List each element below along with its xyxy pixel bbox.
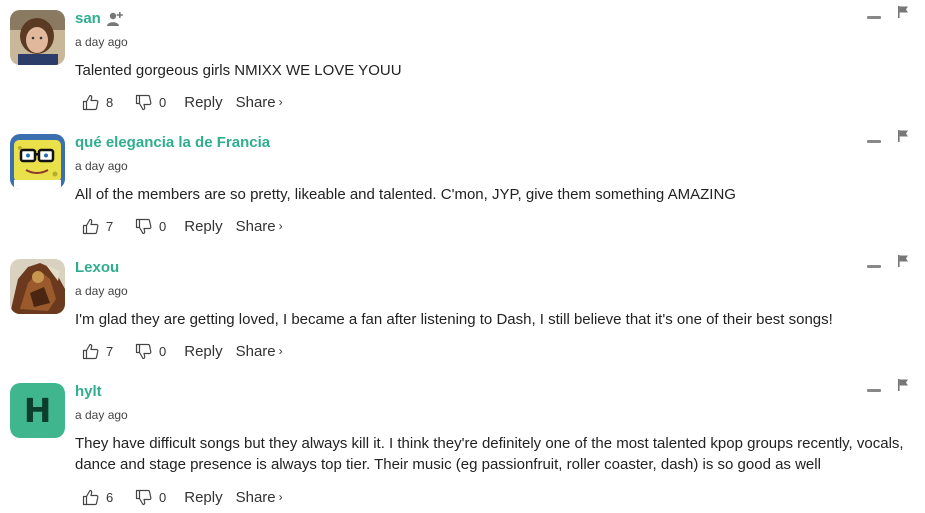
comment-text: All of the members are so pretty, likeab… [75, 186, 736, 203]
artwork-avatar-icon [10, 259, 65, 314]
thumbs-down-icon[interactable] [135, 218, 152, 235]
timestamp[interactable]: a day ago [75, 159, 128, 173]
comment: san a day ago Talented gorgeous girls NM… [0, 6, 925, 120]
comment: Lexou a day ago I'm glad they are gettin… [0, 255, 925, 369]
collapse-icon[interactable] [867, 16, 881, 19]
timestamp[interactable]: a day ago [75, 408, 128, 422]
share-button[interactable]: Share › [236, 489, 283, 506]
flag-icon[interactable] [898, 255, 908, 267]
thumbs-up-icon[interactable] [82, 489, 99, 506]
share-button[interactable]: Share › [236, 94, 283, 111]
comment-actions: 7 0 Reply Share › [82, 216, 283, 236]
like-count: 6 [106, 489, 114, 505]
dislike-count: 0 [159, 489, 167, 505]
thumbs-down-icon[interactable] [135, 343, 152, 360]
comment-actions: 6 0 Reply Share › [82, 487, 283, 507]
comment-actions: 8 0 Reply Share › [82, 92, 283, 112]
avatar[interactable] [10, 134, 65, 189]
like-count: 7 [106, 218, 114, 234]
thumbs-up-icon[interactable] [82, 343, 99, 360]
avatar[interactable] [10, 10, 65, 65]
flag-icon[interactable] [898, 6, 908, 18]
collapse-icon[interactable] [867, 265, 881, 268]
timestamp[interactable]: a day ago [75, 35, 128, 49]
thumbs-up-icon[interactable] [82, 94, 99, 111]
comment-actions: 7 0 Reply Share › [82, 341, 283, 361]
thumbs-up-icon[interactable] [82, 218, 99, 235]
avatar[interactable] [10, 259, 65, 314]
avatar-letter: H [10, 383, 65, 438]
collapse-icon[interactable] [867, 389, 881, 392]
comment: H hylt a day ago They have difficult son… [0, 379, 925, 513]
comment: qué elegancia la de Francia a day ago Al… [0, 130, 925, 244]
chevron-right-icon: › [278, 219, 283, 233]
chevron-right-icon: › [278, 490, 283, 504]
username[interactable]: san [75, 10, 101, 27]
share-label: Share [235, 217, 276, 235]
comment-list: san a day ago Talented gorgeous girls NM… [0, 0, 925, 513]
comment-text: I'm glad they are getting loved, I becam… [75, 311, 833, 328]
username[interactable]: qué elegancia la de Francia [75, 134, 270, 151]
flag-icon[interactable] [898, 379, 908, 391]
like-count: 8 [106, 94, 114, 110]
timestamp[interactable]: a day ago [75, 284, 128, 298]
thumbs-down-icon[interactable] [135, 94, 152, 111]
add-user-icon[interactable] [107, 11, 124, 27]
comment-text: They have difficult songs but they alway… [75, 435, 904, 473]
flag-icon[interactable] [898, 130, 908, 142]
dislike-count: 0 [159, 343, 167, 359]
reply-button[interactable]: Reply [184, 94, 222, 111]
chevron-right-icon: › [278, 344, 283, 358]
reply-button[interactable]: Reply [184, 218, 222, 235]
dislike-count: 0 [159, 94, 167, 110]
username[interactable]: Lexou [75, 259, 119, 276]
thumbs-down-icon[interactable] [135, 489, 152, 506]
share-label: Share [235, 488, 276, 506]
avatar[interactable]: H [10, 383, 65, 438]
collapse-icon[interactable] [867, 140, 881, 143]
share-button[interactable]: Share › [236, 343, 283, 360]
comment-text: Talented gorgeous girls NMIXX WE LOVE YO… [75, 62, 402, 79]
like-count: 7 [106, 343, 114, 359]
spongebob-avatar-icon [10, 134, 65, 189]
share-button[interactable]: Share › [236, 218, 283, 235]
reply-button[interactable]: Reply [184, 489, 222, 506]
chevron-right-icon: › [278, 95, 283, 109]
share-label: Share [235, 342, 276, 360]
reply-button[interactable]: Reply [184, 343, 222, 360]
share-label: Share [235, 93, 276, 111]
username[interactable]: hylt [75, 383, 102, 400]
user-photo-icon [10, 10, 65, 65]
dislike-count: 0 [159, 218, 167, 234]
